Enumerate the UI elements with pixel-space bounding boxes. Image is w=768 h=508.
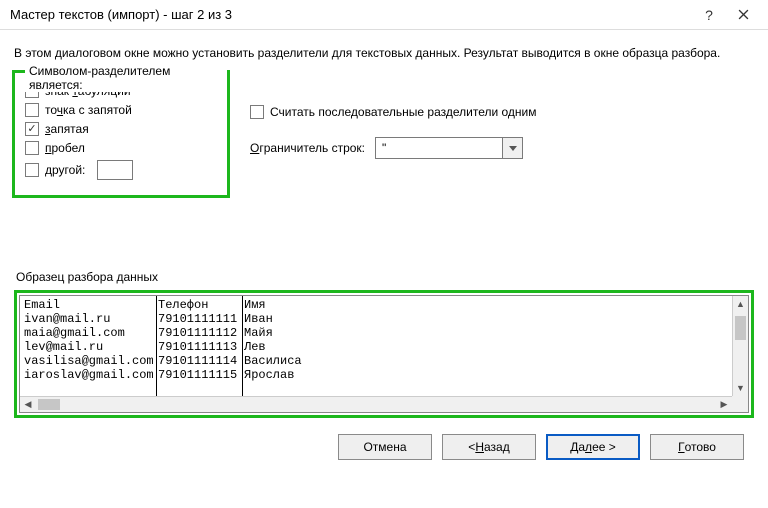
table-row: iaroslav@gmail.com 79101111115 Ярослав xyxy=(24,368,732,382)
description-text: В этом диалоговом окне можно установить … xyxy=(14,46,754,60)
titlebar: Мастер текстов (импорт) - шаг 2 из 3 ? xyxy=(0,0,768,30)
text-qualifier-combo[interactable]: " xyxy=(375,137,523,159)
vertical-scrollbar[interactable]: ▲ ▼ xyxy=(732,296,748,396)
consecutive-checkbox[interactable] xyxy=(250,105,264,119)
preview-groupbox: Email Телефон Имя ivan@mail.ru 791011111… xyxy=(14,290,754,418)
chevron-down-icon xyxy=(509,146,517,151)
table-row: maia@gmail.com 79101111112 Майя xyxy=(24,326,732,340)
scroll-left-button[interactable]: ◀ xyxy=(20,397,36,412)
scroll-right-button[interactable]: ▶ xyxy=(716,397,732,412)
preview-grid-body: Email Телефон Имя ivan@mail.ru 791011111… xyxy=(20,296,732,396)
scroll-track[interactable] xyxy=(36,397,716,412)
column-separator xyxy=(156,296,157,396)
space-checkbox[interactable] xyxy=(25,141,39,155)
scroll-down-button[interactable]: ▼ xyxy=(733,380,748,396)
preview-grid: Email Телефон Имя ivan@mail.ru 791011111… xyxy=(19,295,749,413)
finish-button[interactable]: Готово xyxy=(650,434,744,460)
semicolon-label: точка с запятой xyxy=(45,103,132,117)
scrollbar-corner xyxy=(732,396,748,412)
options-column: Считать последовательные разделители одн… xyxy=(250,70,537,159)
horizontal-scrollbar[interactable]: ◀ ▶ xyxy=(20,396,732,412)
text-qualifier-value: " xyxy=(376,141,502,155)
back-button[interactable]: < Назад xyxy=(442,434,536,460)
help-button[interactable]: ? xyxy=(692,0,726,30)
text-qualifier-label: Ограничитель строк: xyxy=(250,141,365,155)
table-row: ivan@mail.ru 79101111111 Иван xyxy=(24,312,732,326)
scroll-thumb[interactable] xyxy=(38,399,60,410)
scroll-thumb[interactable] xyxy=(735,316,746,340)
consecutive-label: Считать последовательные разделители одн… xyxy=(270,105,537,119)
column-separator xyxy=(242,296,243,396)
preview-header-row: Email Телефон Имя xyxy=(24,298,732,312)
semicolon-checkbox[interactable] xyxy=(25,103,39,117)
space-label: пробел xyxy=(45,141,85,155)
comma-checkbox[interactable] xyxy=(25,122,39,136)
scroll-up-button[interactable]: ▲ xyxy=(733,296,748,312)
scroll-track[interactable] xyxy=(733,312,748,380)
cancel-button[interactable]: Отмена xyxy=(338,434,432,460)
delimiter-groupbox: Символом-разделителем является: знак таб… xyxy=(12,70,230,198)
delimiter-legend: Символом-разделителем является: xyxy=(25,64,227,92)
preview-label: Образец разбора данных xyxy=(16,270,756,284)
next-button[interactable]: Далее > xyxy=(546,434,640,460)
other-checkbox[interactable] xyxy=(25,163,39,177)
table-row: lev@mail.ru 79101111113 Лев xyxy=(24,340,732,354)
comma-label: запятая xyxy=(45,122,89,136)
close-button[interactable] xyxy=(726,0,760,30)
window-title: Мастер текстов (импорт) - шаг 2 из 3 xyxy=(10,7,692,22)
table-row: vasilisa@gmail.com 79101111114 Василиса xyxy=(24,354,732,368)
combo-arrow[interactable] xyxy=(502,138,522,158)
other-label: другой: xyxy=(45,163,85,177)
other-delimiter-input[interactable] xyxy=(97,160,133,180)
button-row: Отмена < Назад Далее > Готово xyxy=(12,434,744,460)
dialog-content: В этом диалоговом окне можно установить … xyxy=(0,30,768,460)
close-icon xyxy=(738,9,749,20)
